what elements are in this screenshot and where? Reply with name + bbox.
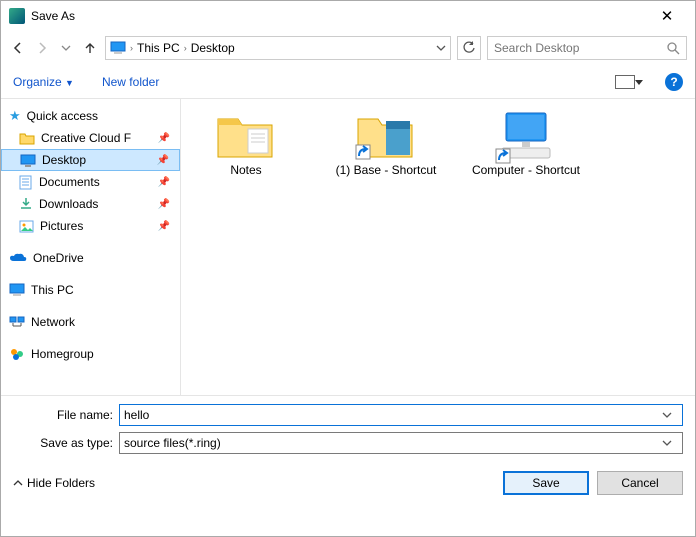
pin-icon: 📌 <box>157 155 169 166</box>
up-button[interactable] <box>81 39 99 57</box>
cancel-button[interactable]: Cancel <box>597 471 683 495</box>
view-options-button[interactable] <box>615 75 635 89</box>
sidebar-label: Homegroup <box>31 347 94 361</box>
sidebar-label: Downloads <box>39 197 98 211</box>
sidebar-quick-access[interactable]: ★ Quick access <box>1 105 180 127</box>
fields-area: File name: Save as type: source files(*.… <box>1 395 695 454</box>
sidebar-homegroup[interactable]: Homegroup <box>1 343 180 365</box>
breadcrumb-thispc[interactable]: This PC <box>137 41 180 55</box>
file-label: Notes <box>191 163 301 179</box>
file-pane[interactable]: Notes (1) Base - Shortcut Computer - Sho… <box>181 99 695 395</box>
new-folder-button[interactable]: New folder <box>102 75 159 89</box>
pin-icon: 📌 <box>158 133 170 144</box>
save-button[interactable]: Save <box>503 471 589 495</box>
file-item-base-shortcut[interactable]: (1) Base - Shortcut <box>331 109 441 179</box>
hide-folders-label: Hide Folders <box>27 476 95 490</box>
desktop-icon <box>20 154 36 167</box>
pin-icon: 📌 <box>158 199 170 210</box>
filename-combo[interactable] <box>119 404 683 426</box>
dropdown-icon[interactable] <box>662 438 678 448</box>
search-icon <box>667 42 680 55</box>
close-button[interactable]: ✕ <box>647 7 687 25</box>
back-button[interactable] <box>9 39 27 57</box>
network-icon <box>9 315 25 329</box>
address-bar[interactable]: › This PC › Desktop <box>105 36 451 60</box>
address-dropdown[interactable] <box>436 43 446 53</box>
onedrive-icon <box>9 252 27 264</box>
sidebar-item-documents[interactable]: Documents 📌 <box>1 171 180 193</box>
documents-icon <box>19 175 33 190</box>
chevron-right-icon: › <box>130 43 133 53</box>
app-icon <box>9 8 25 24</box>
folder-icon <box>19 132 35 145</box>
sidebar-item-desktop[interactable]: Desktop 📌 <box>1 149 180 171</box>
pc-icon <box>9 283 25 297</box>
savetype-value: source files(*.ring) <box>124 436 662 450</box>
file-label: Computer - Shortcut <box>471 163 581 179</box>
filename-label: File name: <box>13 408 113 422</box>
homegroup-icon <box>9 347 25 361</box>
folder-shortcut-icon <box>354 109 418 161</box>
pin-icon: 📌 <box>158 221 170 232</box>
savetype-label: Save as type: <box>13 436 113 450</box>
pc-icon <box>110 41 126 55</box>
refresh-button[interactable] <box>457 36 481 60</box>
title-bar: Save As ✕ <box>1 1 695 31</box>
sidebar-label: Documents <box>39 175 100 189</box>
filename-input[interactable] <box>124 408 662 422</box>
pictures-icon <box>19 220 34 233</box>
file-item-computer-shortcut[interactable]: Computer - Shortcut <box>471 109 581 179</box>
search-box[interactable] <box>487 36 687 60</box>
main-area: ★ Quick access Creative Cloud F 📌 Desktop 📌… <box>1 99 695 395</box>
nav-bar: › This PC › Desktop <box>1 31 695 65</box>
organize-label: Organize <box>13 75 62 89</box>
recent-dropdown[interactable] <box>57 39 75 57</box>
pin-icon: 📌 <box>158 177 170 188</box>
sidebar-network[interactable]: Network <box>1 311 180 333</box>
sidebar-onedrive[interactable]: OneDrive <box>1 247 180 269</box>
sidebar-label: This PC <box>31 283 74 297</box>
chevron-right-icon: › <box>184 43 187 53</box>
sidebar-item-creative[interactable]: Creative Cloud F 📌 <box>1 127 180 149</box>
toolbar: Organize ▼ New folder ? <box>1 65 695 99</box>
chevron-up-icon <box>13 478 23 488</box>
forward-button[interactable] <box>33 39 51 57</box>
computer-shortcut-icon <box>494 109 558 161</box>
sidebar-label: Creative Cloud F <box>41 131 131 145</box>
file-label: (1) Base - Shortcut <box>331 163 441 179</box>
breadcrumb-desktop[interactable]: Desktop <box>191 41 235 55</box>
dropdown-icon[interactable] <box>662 410 678 420</box>
sidebar-thispc[interactable]: This PC <box>1 279 180 301</box>
sidebar: ★ Quick access Creative Cloud F 📌 Desktop 📌… <box>1 99 181 395</box>
sidebar-label: Network <box>31 315 75 329</box>
window-title: Save As <box>31 9 647 23</box>
downloads-icon <box>19 197 33 211</box>
sidebar-label: Quick access <box>27 109 98 123</box>
hide-folders-button[interactable]: Hide Folders <box>13 476 95 490</box>
footer: Hide Folders Save Cancel <box>1 460 695 506</box>
organize-menu[interactable]: Organize ▼ <box>13 75 74 89</box>
savetype-combo[interactable]: source files(*.ring) <box>119 432 683 454</box>
sidebar-label: Pictures <box>40 219 83 233</box>
sidebar-item-pictures[interactable]: Pictures 📌 <box>1 215 180 237</box>
sidebar-label: Desktop <box>42 153 86 167</box>
search-input[interactable] <box>494 41 667 55</box>
sidebar-item-downloads[interactable]: Downloads 📌 <box>1 193 180 215</box>
help-button[interactable]: ? <box>665 73 683 91</box>
sidebar-label: OneDrive <box>33 251 84 265</box>
file-item-notes[interactable]: Notes <box>191 109 301 179</box>
folder-icon <box>214 109 278 161</box>
star-icon: ★ <box>9 108 21 124</box>
